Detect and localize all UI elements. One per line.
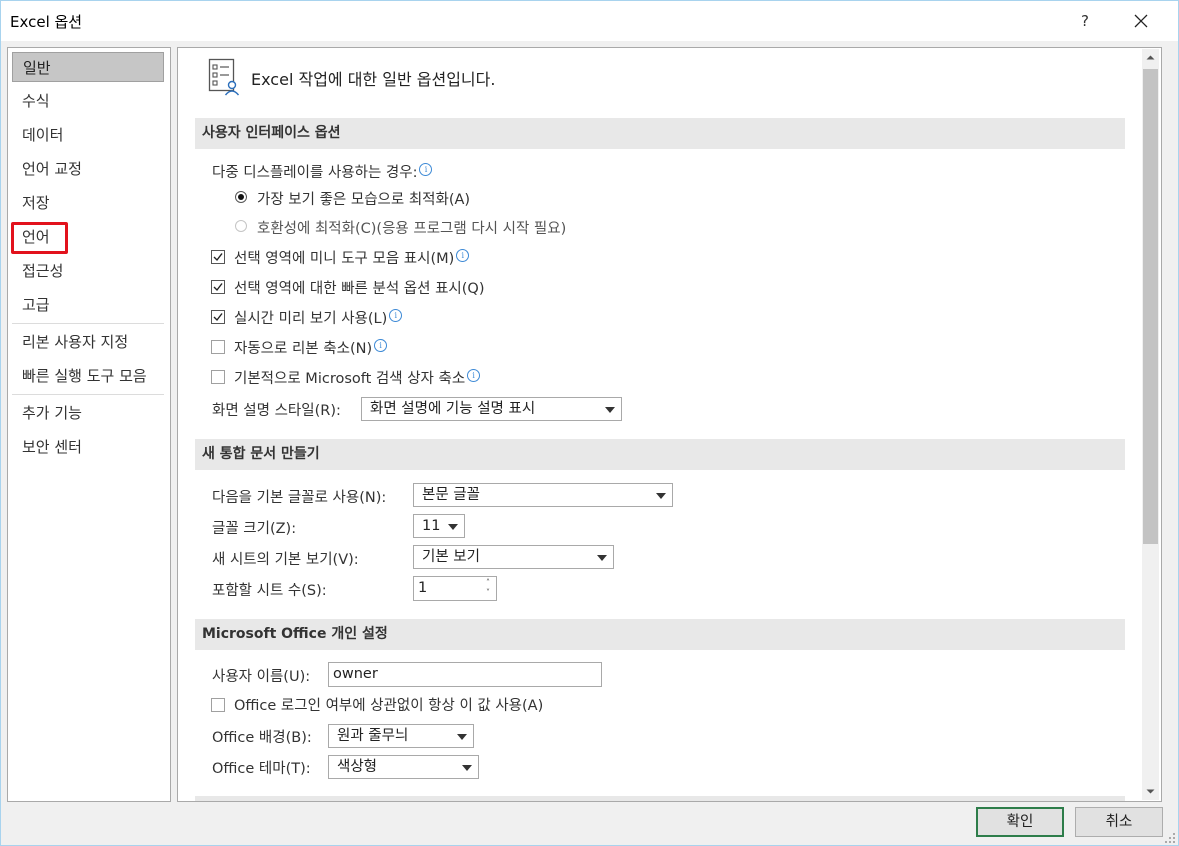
nav-item-add-ins[interactable]: 추가 기능 xyxy=(12,398,164,428)
general-options-icon xyxy=(208,58,240,96)
nav-item-save[interactable]: 저장 xyxy=(12,188,164,218)
section-ui-options: 사용자 인터페이스 옵션 xyxy=(195,118,1125,149)
office-theme-value: 색상형 xyxy=(337,759,378,775)
default-view-value: 기본 보기 xyxy=(422,549,480,565)
language-highlight-box xyxy=(11,222,68,254)
info-icon: i xyxy=(389,309,403,322)
font-size-value: 11 xyxy=(422,518,441,534)
next-section-header-partial xyxy=(195,796,1125,801)
nav-item-proofing[interactable]: 언어 교정 xyxy=(12,154,164,184)
checkmark-icon xyxy=(213,313,223,322)
live-preview-checkbox[interactable] xyxy=(211,310,225,324)
info-icon: i xyxy=(456,249,470,262)
font-size-label: 글꼴 크기(Z): xyxy=(212,521,297,537)
chevron-down-icon xyxy=(448,524,458,530)
section-personalize: Microsoft Office 개인 설정 xyxy=(195,619,1125,650)
info-icon: i xyxy=(374,339,388,352)
window-title: Excel 옵션 xyxy=(10,13,83,31)
nav-separator xyxy=(12,323,164,324)
sheet-count-value: 1 xyxy=(418,580,428,596)
collapse-ribbon-checkbox[interactable] xyxy=(211,340,225,354)
title-bar: Excel 옵션 ? xyxy=(1,1,1178,41)
username-value: owner xyxy=(333,666,378,682)
office-background-value: 원과 줄무늬 xyxy=(337,728,409,744)
close-button[interactable] xyxy=(1127,7,1155,35)
optimize-compat-radio[interactable] xyxy=(235,220,247,232)
collapse-ribbon-label: 자동으로 리본 축소(N) i xyxy=(234,337,388,358)
help-button[interactable]: ? xyxy=(1071,7,1099,35)
username-input[interactable]: owner xyxy=(328,662,602,687)
screentip-style-value: 화면 설명에 기능 설명 표시 xyxy=(370,401,536,417)
sheet-count-label: 포함할 시트 수(S): xyxy=(212,583,327,599)
chevron-down-icon xyxy=(597,555,607,561)
multi-display-label: 다중 디스플레이를 사용하는 경우: i xyxy=(212,161,433,182)
font-size-select[interactable]: 11 xyxy=(413,514,465,538)
default-font-select[interactable]: 본문 글꼴 xyxy=(413,483,673,507)
office-theme-select[interactable]: 색상형 xyxy=(328,755,479,779)
chevron-down-icon xyxy=(605,407,615,413)
ok-button[interactable]: 확인 xyxy=(976,807,1064,837)
section-new-workbook: 새 통합 문서 만들기 xyxy=(195,439,1125,470)
nav-separator xyxy=(12,394,164,395)
nav-item-trust-center[interactable]: 보안 센터 xyxy=(12,432,164,462)
default-view-select[interactable]: 기본 보기 xyxy=(413,545,614,569)
info-icon: i xyxy=(467,369,481,382)
nav-item-customize-ribbon[interactable]: 리본 사용자 지정 xyxy=(12,327,164,357)
nav-item-accessibility[interactable]: 접근성 xyxy=(12,256,164,286)
info-icon: i xyxy=(419,163,433,176)
office-background-select[interactable]: 원과 줄무늬 xyxy=(328,724,474,748)
checkmark-icon xyxy=(213,253,223,262)
mini-toolbar-checkbox[interactable] xyxy=(211,250,225,264)
nav-item-formulas[interactable]: 수식 xyxy=(12,86,164,116)
options-nav: 일반 수식 데이터 언어 교정 저장 언어 접근성 고급 리본 사용자 지정 빠… xyxy=(7,47,171,802)
cancel-button[interactable]: 취소 xyxy=(1075,807,1163,837)
scroll-up-button[interactable] xyxy=(1142,49,1159,66)
always-use-values-label: Office 로그인 여부에 상관없이 항상 이 값 사용(A) xyxy=(234,698,544,714)
nav-item-data[interactable]: 데이터 xyxy=(12,120,164,150)
sheet-count-stepper[interactable]: 1 ˄ ˅ xyxy=(413,576,497,601)
optimize-best-label: 가장 보기 좋은 모습으로 최적화(A) xyxy=(257,192,471,208)
optimize-best-radio[interactable] xyxy=(235,191,247,203)
quick-analysis-checkbox[interactable] xyxy=(211,280,225,294)
office-background-label: Office 배경(B): xyxy=(212,730,312,746)
general-options-panel: Excel 작업에 대한 일반 옵션입니다. 사용자 인터페이스 옵션 다중 디… xyxy=(177,47,1162,802)
collapse-search-checkbox[interactable] xyxy=(211,370,225,384)
collapse-search-label: 기본적으로 Microsoft 검색 상자 축소 i xyxy=(234,367,481,388)
default-view-label: 새 시트의 기본 보기(V): xyxy=(212,552,359,568)
quick-analysis-label: 선택 영역에 대한 빠른 분석 옵션 표시(Q) xyxy=(234,281,485,297)
nav-item-advanced[interactable]: 고급 xyxy=(12,290,164,320)
nav-item-general[interactable]: 일반 xyxy=(12,52,164,82)
spin-arrows-icon[interactable]: ˄ ˅ xyxy=(482,578,494,598)
username-label: 사용자 이름(U): xyxy=(212,669,311,685)
vertical-scrollbar[interactable] xyxy=(1142,49,1159,800)
resize-grip-icon[interactable] xyxy=(1164,832,1176,844)
office-theme-label: Office 테마(T): xyxy=(212,761,311,777)
page-heading: Excel 작업에 대한 일반 옵션입니다. xyxy=(251,70,496,89)
scrollbar-thumb[interactable] xyxy=(1143,69,1158,544)
chevron-down-icon xyxy=(462,765,472,771)
close-icon xyxy=(1134,14,1148,28)
screentip-style-label: 화면 설명 스타일(R): xyxy=(212,403,341,419)
optimize-compat-label: 호환성에 최적화(C)(응용 프로그램 다시 시작 필요) xyxy=(257,221,567,237)
chevron-down-icon xyxy=(457,734,467,740)
default-font-value: 본문 글꼴 xyxy=(422,487,480,503)
default-font-label: 다음을 기본 글꼴로 사용(N): xyxy=(212,490,387,506)
scroll-down-button[interactable] xyxy=(1142,783,1159,800)
mini-toolbar-label: 선택 영역에 미니 도구 모음 표시(M) i xyxy=(234,247,470,268)
chevron-down-icon xyxy=(656,493,666,499)
checkmark-icon xyxy=(213,283,223,292)
screentip-style-select[interactable]: 화면 설명에 기능 설명 표시 xyxy=(361,397,622,421)
always-use-values-checkbox[interactable] xyxy=(211,698,225,712)
caret-down-icon xyxy=(1146,789,1155,794)
nav-item-quick-access-toolbar[interactable]: 빠른 실행 도구 모음 xyxy=(12,361,164,391)
caret-up-icon xyxy=(1146,55,1155,60)
live-preview-label: 실시간 미리 보기 사용(L) i xyxy=(234,307,403,328)
